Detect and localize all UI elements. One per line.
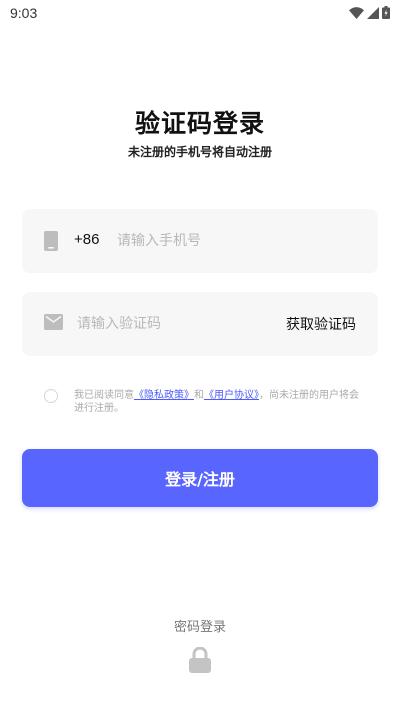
battery-icon xyxy=(382,6,390,19)
phone-field: +86 xyxy=(22,209,378,273)
phone-icon xyxy=(44,231,58,255)
wifi-icon xyxy=(349,6,364,19)
get-code-button[interactable]: 获取验证码 xyxy=(286,314,356,334)
status-icons xyxy=(349,6,390,19)
agreement-joiner: 和 xyxy=(194,390,204,401)
country-code[interactable]: +86 xyxy=(74,231,99,248)
status-time: 9:03 xyxy=(10,5,38,21)
password-login-link[interactable]: 密码登录 xyxy=(0,616,400,635)
agreement-checkbox[interactable] xyxy=(44,389,58,403)
lock-icon[interactable] xyxy=(188,646,212,677)
page-title: 验证码登录 xyxy=(134,109,265,138)
status-bar: 9:03 xyxy=(0,0,400,26)
mail-icon xyxy=(44,314,63,334)
code-field: 获取验证码 xyxy=(22,292,378,356)
user-agreement-link[interactable]: 《用户协议》 xyxy=(204,390,259,401)
privacy-policy-link[interactable]: 《隐私政策》 xyxy=(134,390,194,401)
page-subtitle: 未注册的手机号将自动注册 xyxy=(127,145,272,159)
agreement-prefix: 我已阅读同意 xyxy=(74,390,134,401)
login-register-button[interactable]: 登录/注册 xyxy=(22,449,378,507)
code-input[interactable] xyxy=(77,292,267,356)
signal-icon xyxy=(367,6,379,19)
phone-input[interactable] xyxy=(117,209,357,273)
agreement-text: 我已阅读同意《隐私政策》和《用户协议》，尚未注册的用户将会进行注册。 xyxy=(74,389,364,415)
